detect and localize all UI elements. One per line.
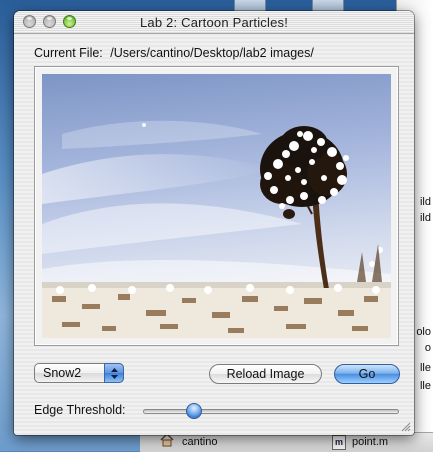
slider-knob[interactable] [186, 403, 203, 419]
image-select-popup[interactable]: Snow2 [34, 363, 124, 383]
background-text: lle [419, 362, 431, 374]
image-select-value: Snow2 [43, 366, 82, 380]
cartoon-snow-image [42, 120, 391, 338]
current-file-label: Current File: [34, 46, 103, 60]
window-title: Lab 2: Cartoon Particles! [139, 15, 289, 30]
resize-grip-icon[interactable] [400, 421, 411, 432]
background-text: lle [419, 380, 431, 392]
title-bar[interactable]: Lab 2: Cartoon Particles! [14, 11, 414, 34]
current-file-path: /Users/cantino/Desktop/lab2 images/ [110, 46, 314, 60]
current-file-row: Current File: /Users/cantino/Desktop/lab… [34, 46, 314, 60]
objc-file-icon: m [332, 435, 346, 450]
image-canvas[interactable] [42, 74, 391, 338]
popup-arrows-icon [104, 363, 124, 383]
background-file-list: cantino m point.m [140, 432, 433, 452]
home-folder-icon [160, 433, 174, 447]
background-text: o [424, 342, 431, 354]
reload-image-button[interactable]: Reload Image [209, 364, 322, 384]
background-text: ild [419, 212, 431, 224]
background-text: ild [419, 196, 431, 208]
background-item-home[interactable]: cantino [182, 436, 217, 448]
go-button[interactable]: Go [334, 364, 400, 384]
background-item-file[interactable]: point.m [352, 436, 388, 448]
edge-threshold-label: Edge Threshold: [34, 403, 126, 417]
edge-threshold-slider[interactable] [143, 409, 399, 414]
main-window: Lab 2: Cartoon Particles! Current File: … [14, 11, 414, 435]
background-text: olo [416, 326, 431, 338]
image-frame [34, 66, 399, 346]
